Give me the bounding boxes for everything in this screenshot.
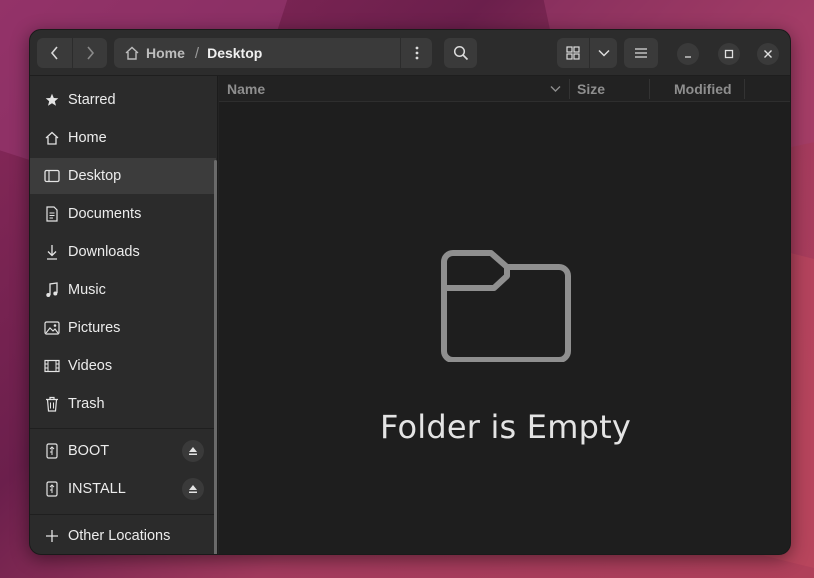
empty-folder-icon: [441, 250, 571, 362]
empty-folder-message: Folder is Empty: [380, 408, 631, 446]
view-toggle-group: [557, 38, 617, 68]
maximize-button[interactable]: [718, 43, 740, 65]
chevron-down-icon: [597, 49, 610, 57]
search-icon: [453, 45, 468, 61]
star-icon: [30, 93, 68, 107]
document-icon: [30, 206, 68, 222]
forward-button[interactable]: [72, 38, 107, 68]
home-icon: [30, 130, 68, 146]
path-separator: /: [194, 44, 200, 62]
column-modified-label: Modified: [674, 81, 732, 97]
vertical-dots-icon: [415, 46, 418, 60]
sidebar: Starred Home Desktop Documents Downloads…: [30, 76, 218, 554]
sidebar-item-label: BOOT: [68, 443, 110, 459]
column-name-label: Name: [227, 81, 266, 97]
chevron-right-icon: [87, 46, 95, 60]
file-manager-window: Home / Desktop Starred Home Desktop Docu…: [29, 29, 791, 555]
sidebar-item-label: Other Locations: [68, 528, 171, 544]
view-options-dropdown[interactable]: [589, 38, 617, 68]
close-button[interactable]: [757, 43, 779, 65]
eject-button[interactable]: [182, 440, 204, 462]
sidebar-item-label: Videos: [68, 358, 113, 374]
minimize-icon: [685, 56, 691, 58]
column-divider: [744, 79, 745, 99]
close-icon: [764, 50, 772, 58]
sidebar-item-install[interactable]: INSTALL: [30, 471, 216, 507]
hamburger-menu-icon: [635, 48, 647, 58]
minimize-button[interactable]: [677, 43, 699, 65]
usb-drive-icon: [30, 481, 68, 497]
sidebar-item-boot[interactable]: BOOT: [30, 433, 216, 469]
sidebar-item-starred[interactable]: Starred: [30, 82, 216, 118]
column-name[interactable]: Name: [227, 76, 567, 102]
plus-icon: [30, 529, 68, 543]
sidebar-item-label: Starred: [68, 92, 116, 108]
sidebar-item-label: Music: [68, 282, 106, 298]
download-icon: [30, 244, 68, 260]
column-size-label: Size: [577, 81, 606, 97]
trash-icon: [30, 396, 68, 412]
sidebar-item-label: INSTALL: [68, 481, 126, 497]
path-menu-button[interactable]: [400, 38, 432, 68]
sidebar-item-desktop[interactable]: Desktop: [30, 158, 216, 194]
eject-button[interactable]: [182, 478, 204, 500]
grid-view-button[interactable]: [557, 38, 589, 68]
path-home-button[interactable]: Home: [114, 45, 185, 61]
column-header: Name Size Modified: [219, 76, 790, 102]
sidebar-item-home[interactable]: Home: [30, 120, 216, 156]
path-home-label: Home: [146, 45, 185, 61]
picture-icon: [30, 321, 68, 335]
eject-icon: [189, 485, 197, 493]
sidebar-item-documents[interactable]: Documents: [30, 196, 216, 232]
main-menu-button[interactable]: [624, 38, 658, 68]
sidebar-item-videos[interactable]: Videos: [30, 348, 216, 384]
home-icon: [125, 46, 139, 60]
path-current-folder[interactable]: Desktop: [207, 45, 262, 61]
sidebar-item-pictures[interactable]: Pictures: [30, 310, 216, 346]
sort-chevron-down-icon: [550, 86, 561, 92]
sidebar-item-downloads[interactable]: Downloads: [30, 234, 216, 270]
sidebar-item-label: Trash: [68, 396, 105, 412]
column-size[interactable]: Size: [577, 76, 647, 102]
desktop-icon: [30, 169, 68, 183]
sidebar-item-trash[interactable]: Trash: [30, 386, 216, 422]
sidebar-item-label: Desktop: [68, 168, 122, 184]
usb-drive-icon: [30, 443, 68, 459]
eject-icon: [189, 447, 197, 455]
column-divider: [569, 79, 570, 99]
column-divider: [649, 79, 650, 99]
search-button[interactable]: [444, 38, 477, 68]
column-modified[interactable]: Modified: [674, 76, 764, 102]
grid-icon: [566, 46, 580, 60]
video-icon: [30, 359, 68, 373]
maximize-icon: [724, 49, 734, 59]
sidebar-item-label: Documents: [68, 206, 142, 222]
headerbar: Home / Desktop: [30, 30, 790, 76]
sidebar-item-label: Home: [68, 130, 107, 146]
sidebar-item-other-locations[interactable]: Other Locations: [30, 518, 216, 554]
chevron-left-icon: [50, 46, 58, 60]
sidebar-item-label: Downloads: [68, 244, 140, 260]
pathbar: Home / Desktop: [114, 38, 432, 68]
music-icon: [30, 282, 68, 298]
sidebar-separator: [30, 428, 216, 429]
sidebar-item-label: Pictures: [68, 320, 121, 336]
sidebar-scrollbar[interactable]: [214, 160, 217, 554]
sidebar-item-music[interactable]: Music: [30, 272, 216, 308]
file-view: Name Size Modified Folder is Empty: [219, 76, 790, 554]
navigation-buttons: [37, 38, 107, 68]
sidebar-separator: [30, 514, 216, 515]
back-button[interactable]: [37, 38, 72, 68]
